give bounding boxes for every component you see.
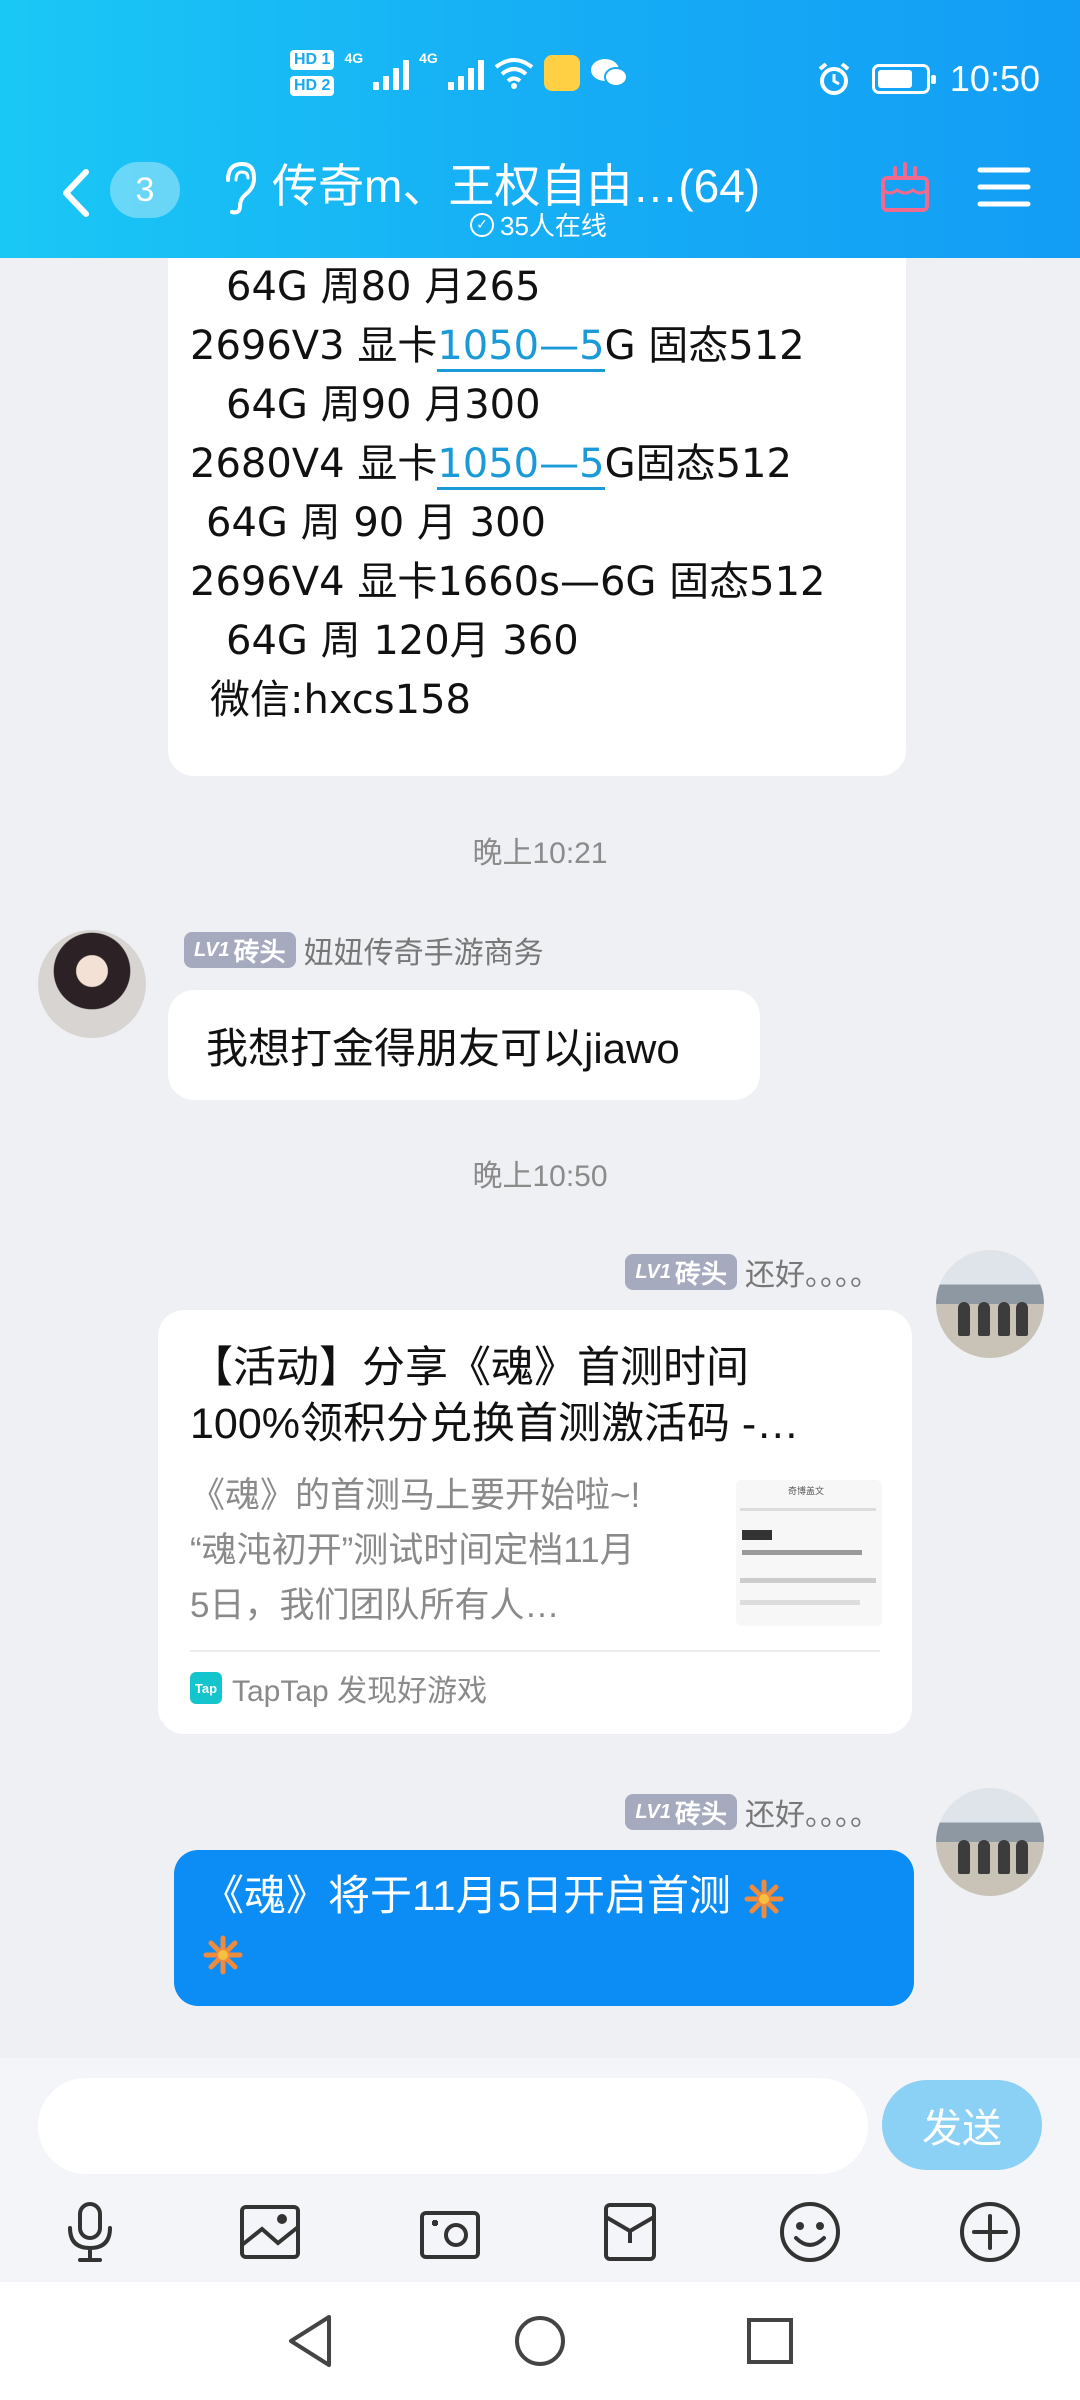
signal-2-icon (447, 56, 484, 90)
avatar[interactable] (38, 930, 146, 1038)
chat-area[interactable]: 2696V3 显卡1050—5G 固态512 64G 周80 月265 2696… (0, 258, 1080, 2058)
message-text: 我想打金得朋友可以jiawo (206, 1024, 680, 1072)
alarm-icon (818, 62, 850, 95)
emoji-icon[interactable] (770, 2192, 850, 2272)
unread-count-badge[interactable]: 3 (110, 162, 180, 218)
card-divider (190, 1650, 880, 1652)
level-badge: LV1 砖头 (625, 1254, 737, 1290)
status-right: 10:50 (816, 58, 1040, 100)
input-toolbar (0, 2182, 1080, 2282)
taptap-icon: Tap (190, 1672, 222, 1704)
hd-1-badge: HD 1 (290, 50, 335, 70)
wifi-icon (494, 58, 534, 89)
rank-text: 砖头 (674, 1258, 727, 1289)
online-status[interactable]: ✓ 35人在线 (470, 206, 607, 243)
chat-header: HD 1 HD 2 4G 4G 10:50 3 传奇m、王权自由…(64) ✓ … (0, 0, 1080, 258)
spec-line: 64G 周90 月300 (226, 382, 541, 428)
level-text: LV1 (194, 938, 230, 961)
firework-emoji-icon (744, 1879, 784, 1919)
level-text: LV1 (635, 1800, 671, 1823)
plus-icon[interactable] (950, 2192, 1030, 2272)
message-bubble[interactable]: 我想打金得朋友可以jiawo (168, 990, 760, 1100)
input-bar: 发送 (0, 2058, 1080, 2182)
spec-line: 2696V4 显卡1660s—6G 固态512 (190, 559, 826, 605)
status-left: HD 1 HD 2 4G 4G (290, 50, 628, 96)
card-description: 《魂》的首测马上要开始啦~! “魂沌初开”测试时间定档11月 5日，我们团队所有… (190, 1468, 690, 1633)
card-title: 100%领积分兑换首测激活码 -… (190, 1400, 800, 1448)
check-circle-icon: ✓ (470, 212, 494, 237)
message-input[interactable] (38, 2078, 868, 2174)
card-desc-line: “魂沌初开”测试时间定档11月 (190, 1531, 635, 1570)
nav-back-icon[interactable] (275, 2306, 345, 2376)
spec-link[interactable]: 1050—5 (437, 441, 605, 490)
sender-info: LV1 砖头 还好。。。。 (625, 1250, 880, 1294)
nav-bar: 3 传奇m、王权自由…(64) ✓ 35人在线 (0, 150, 1080, 258)
nav-home-icon[interactable] (505, 2306, 575, 2376)
card-source-text: TapTap 发现好游戏 (232, 1675, 488, 1708)
rank-text: 砖头 (233, 936, 286, 967)
hd-indicators: HD 1 HD 2 (290, 50, 335, 96)
camera-icon[interactable] (410, 2192, 490, 2272)
red-packet-icon[interactable] (590, 2192, 670, 2272)
image-icon[interactable] (230, 2192, 310, 2272)
microphone-icon[interactable] (50, 2192, 130, 2272)
timestamp: 晚上10:21 (472, 837, 608, 870)
app-notification-icon (543, 55, 580, 91)
timestamp: 晚上10:50 (472, 1160, 608, 1193)
sender-info: LV1 砖头 还好。。。。 (625, 1790, 880, 1834)
thumb-title: 奇博盖文 (788, 1486, 825, 1496)
spec-line: 64G 周 120月 360 (226, 618, 579, 664)
wechat-icon (590, 59, 628, 87)
firework-emoji-icon (203, 1935, 243, 1975)
spec-line: 64G 周80 月265 (226, 264, 541, 310)
message-bubble-self[interactable]: 《魂》将于11月5日开启首测 (174, 1850, 914, 2006)
system-navigation-bar (0, 2282, 1080, 2400)
hd-2-badge: HD 2 (290, 76, 335, 96)
rank-text: 砖头 (674, 1798, 727, 1829)
card-title: 【活动】分享《魂》首测时间 (190, 1344, 749, 1392)
level-text: LV1 (635, 1260, 671, 1283)
back-icon[interactable] (48, 158, 108, 228)
menu-icon[interactable] (976, 162, 1032, 212)
send-button[interactable]: 发送 (882, 2080, 1042, 2170)
avatar[interactable] (936, 1250, 1044, 1358)
level-badge: LV1 砖头 (625, 1794, 737, 1830)
spec-line: 2696V3 显卡1050—5G 固态512 (190, 317, 884, 376)
level-badge: LV1 砖头 (184, 932, 296, 968)
status-time: 10:50 (949, 58, 1040, 99)
card-desc-line: 5日，我们团队所有人… (190, 1586, 560, 1625)
avatar[interactable] (936, 1788, 1044, 1896)
spec-message-bubble[interactable]: 2696V3 显卡1050—5G 固态512 64G 周80 月265 2696… (168, 258, 906, 776)
sender-name[interactable]: 还好。。。。 (745, 1250, 880, 1294)
card-thumbnail: 奇博盖文 (736, 1480, 882, 1626)
sender-name[interactable]: 妞妞传奇手游商务 (304, 928, 544, 972)
share-card[interactable]: 【活动】分享《魂》首测时间 100%领积分兑换首测激活码 -… 《魂》的首测马上… (158, 1310, 912, 1734)
network-label-1: 4G (344, 50, 364, 66)
spec-line: 2680V4 显卡1050—5G固态512 (190, 435, 884, 494)
signal-1-icon (373, 56, 410, 90)
spec-line: 微信:hxcs158 (210, 677, 471, 723)
status-bar: HD 1 HD 2 4G 4G 10:50 (0, 0, 1080, 150)
sender-info: LV1 砖头 妞妞传奇手游商务 (184, 928, 544, 972)
network-label-2: 4G (419, 50, 438, 66)
battery-icon (871, 64, 936, 94)
nav-recents-icon[interactable] (735, 2306, 805, 2376)
message-text: 《魂》将于11月5日开启首测 (202, 1872, 731, 1919)
sender-name[interactable]: 还好。。。。 (745, 1790, 880, 1834)
online-count: 35人在线 (500, 211, 607, 241)
spec-link[interactable]: 1050—5 (437, 323, 605, 372)
card-desc-line: 《魂》的首测马上要开始啦~! (190, 1476, 641, 1515)
birthday-cake-icon[interactable] (875, 158, 935, 218)
spec-line: 64G 周 90 月 300 (206, 500, 546, 546)
card-source[interactable]: Tap TapTap 发现好游戏 (190, 1666, 487, 1710)
ear-icon[interactable] (218, 158, 258, 218)
